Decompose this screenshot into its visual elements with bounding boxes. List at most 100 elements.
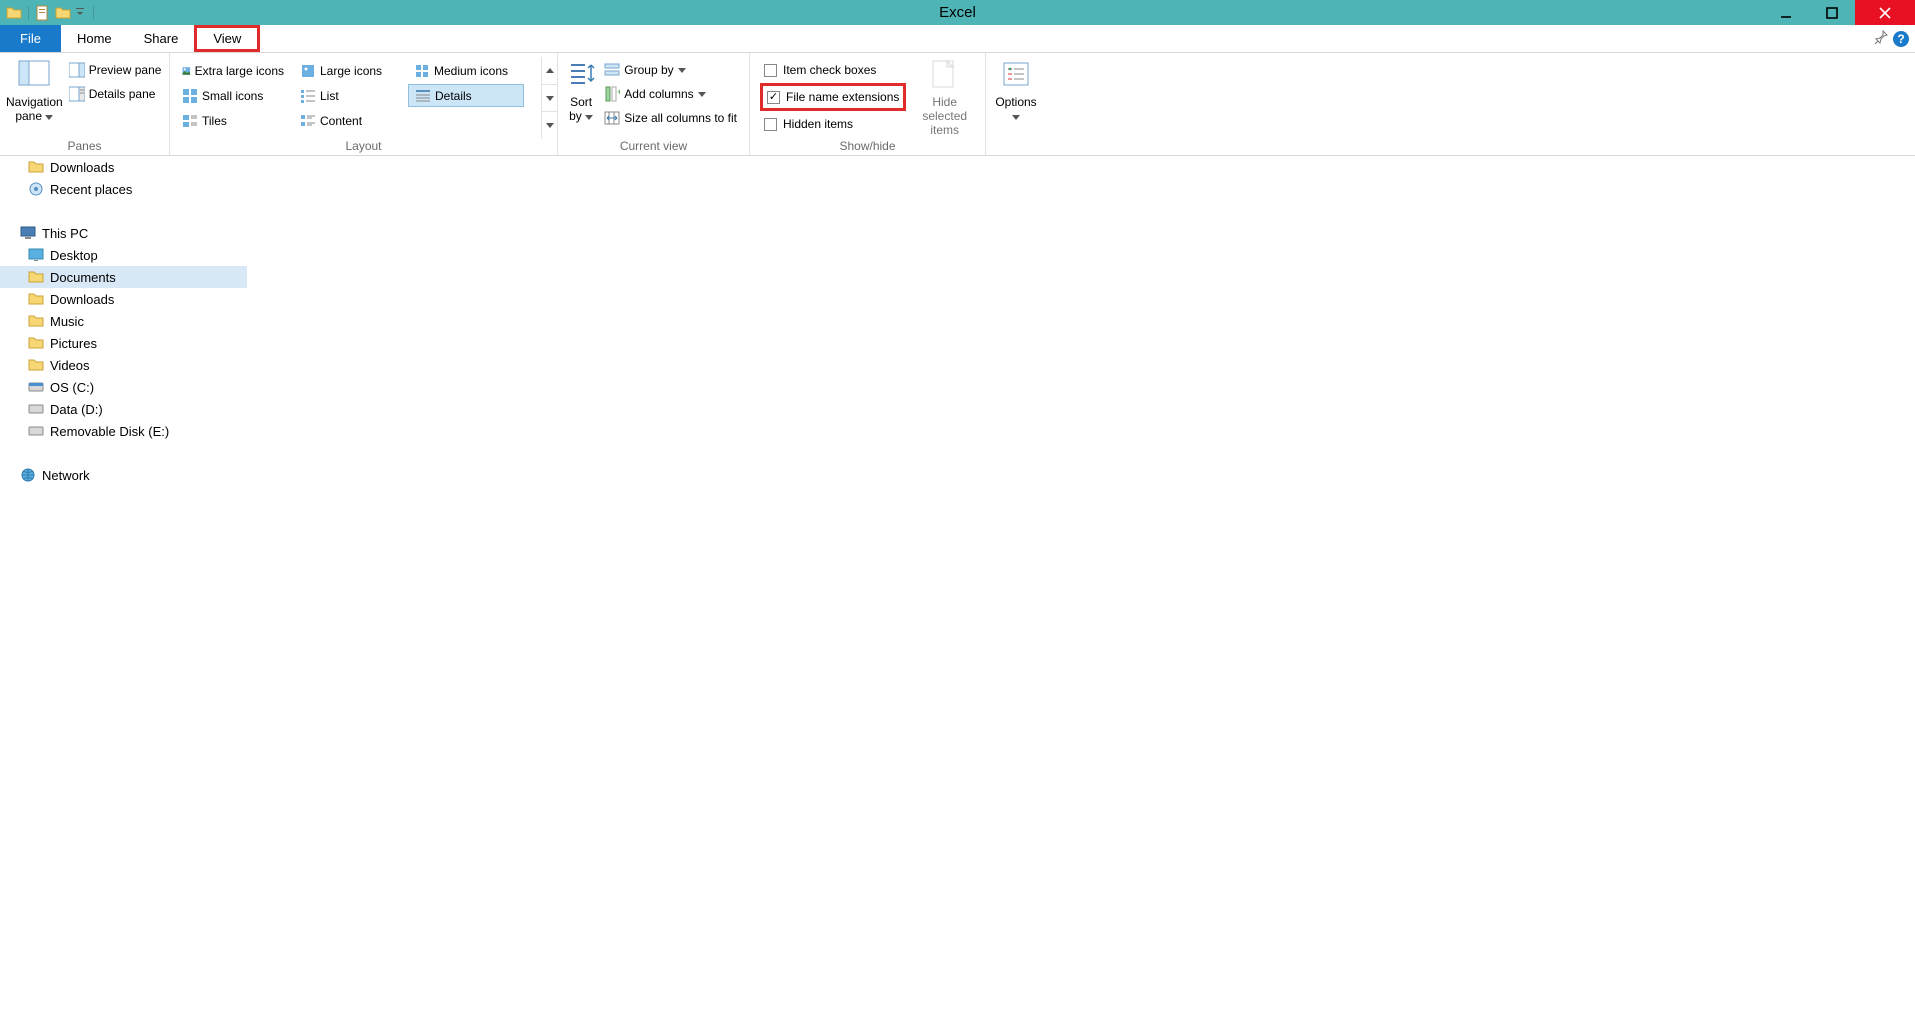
qa-separator-2: [93, 6, 94, 20]
layout-content-label: Content: [320, 114, 362, 128]
nav-os-c-label: OS (C:): [50, 380, 94, 395]
file-list-area[interactable]: [247, 156, 1915, 1018]
nav-pictures-label: Pictures: [50, 336, 97, 351]
nav-pictures[interactable]: Pictures: [0, 332, 247, 354]
layout-content[interactable]: Content: [294, 109, 404, 132]
group-by-button[interactable]: Group by: [602, 59, 739, 81]
layout-large-label: Large icons: [320, 64, 382, 78]
group-panes: Navigation pane Preview pane Details pan…: [0, 53, 170, 155]
nav-music-label: Music: [50, 314, 84, 329]
tab-file[interactable]: File: [0, 25, 61, 52]
file-name-extensions-label: File name extensions: [786, 90, 899, 104]
navigation-tree[interactable]: Downloads Recent places This PC Desktop …: [0, 156, 247, 1018]
item-check-boxes-toggle[interactable]: Item check boxes: [760, 59, 906, 81]
nav-this-pc[interactable]: This PC: [0, 222, 247, 244]
sort-by-button[interactable]: Sort by: [564, 57, 598, 139]
nav-recent-places[interactable]: Recent places: [0, 178, 247, 200]
checkbox-icon: [764, 118, 777, 131]
layout-medium-label: Medium icons: [434, 64, 508, 78]
navigation-pane-label: Navigation pane: [6, 95, 63, 123]
pin-ribbon-icon[interactable]: [1873, 29, 1889, 48]
nav-desktop-label: Desktop: [50, 248, 98, 263]
layout-small-icons[interactable]: Small icons: [176, 84, 290, 107]
nav-downloads[interactable]: Downloads: [0, 156, 247, 178]
size-all-columns-label: Size all columns to fit: [624, 111, 737, 125]
group-options-spacer: [986, 139, 1046, 155]
folder-open-icon[interactable]: [55, 5, 71, 21]
layout-tiles-label: Tiles: [202, 114, 227, 128]
details-pane-button[interactable]: Details pane: [67, 83, 164, 105]
group-show-hide-label: Show/hide: [750, 139, 985, 155]
group-by-label: Group by: [624, 63, 673, 77]
minimize-button[interactable]: [1763, 0, 1809, 25]
nav-network-label: Network: [42, 468, 90, 483]
chevron-down-icon: [585, 115, 593, 120]
group-options: Options: [986, 53, 1046, 155]
layout-list[interactable]: List: [294, 84, 404, 107]
nav-downloads-label: Downloads: [50, 160, 114, 175]
checkbox-checked-icon: [767, 91, 780, 104]
layout-scroll-down[interactable]: [542, 85, 557, 113]
nav-downloads-2[interactable]: Downloads: [0, 288, 247, 310]
tab-view[interactable]: View: [194, 25, 260, 52]
tab-share[interactable]: Share: [128, 25, 195, 52]
nav-data-d-label: Data (D:): [50, 402, 103, 417]
checkbox-icon: [764, 64, 777, 77]
layout-xl-label: Extra large icons: [195, 64, 284, 78]
layout-medium-icons[interactable]: Medium icons: [408, 59, 524, 82]
window-title: Excel: [939, 4, 976, 21]
help-button[interactable]: ?: [1893, 31, 1909, 47]
nav-network[interactable]: Network: [0, 464, 247, 486]
hidden-items-toggle[interactable]: Hidden items: [760, 113, 906, 135]
layout-small-label: Small icons: [202, 89, 263, 103]
layout-large-icons[interactable]: Large icons: [294, 59, 404, 82]
qa-separator: [28, 6, 29, 20]
close-button[interactable]: [1855, 0, 1915, 25]
nav-removable-e[interactable]: Removable Disk (E:): [0, 420, 247, 442]
preview-pane-label: Preview pane: [89, 63, 162, 77]
options-button[interactable]: Options: [992, 57, 1040, 139]
maximize-button[interactable]: [1809, 0, 1855, 25]
hide-selected-items-button[interactable]: Hide selected items: [910, 57, 979, 139]
properties-icon[interactable]: [35, 5, 51, 21]
group-current-view-label: Current view: [558, 139, 749, 155]
add-columns-button[interactable]: + Add columns: [602, 83, 739, 105]
layout-scroll-up[interactable]: [542, 57, 557, 85]
nav-recent-places-label: Recent places: [50, 182, 132, 197]
chevron-down-icon: [1012, 115, 1020, 120]
hidden-items-label: Hidden items: [783, 117, 853, 131]
details-pane-label: Details pane: [89, 87, 156, 101]
nav-music[interactable]: Music: [0, 310, 247, 332]
nav-videos[interactable]: Videos: [0, 354, 247, 376]
nav-removable-e-label: Removable Disk (E:): [50, 424, 169, 439]
nav-this-pc-label: This PC: [42, 226, 88, 241]
content-area: Downloads Recent places This PC Desktop …: [0, 156, 1915, 1018]
nav-documents-label: Documents: [50, 270, 116, 285]
chevron-down-icon: [45, 115, 53, 120]
nav-documents[interactable]: Documents: [0, 266, 247, 288]
tab-home[interactable]: Home: [61, 25, 128, 52]
hide-selected-items-label: Hide selected items: [910, 95, 979, 137]
nav-data-d[interactable]: Data (D:): [0, 398, 247, 420]
layout-more[interactable]: [542, 112, 557, 139]
options-label: Options: [995, 95, 1036, 109]
chevron-down-icon: [698, 92, 706, 97]
size-all-columns-button[interactable]: Size all columns to fit: [602, 107, 739, 129]
layout-extra-large-icons[interactable]: Extra large icons: [176, 59, 290, 82]
folder-icon[interactable]: [6, 5, 22, 21]
layout-tiles[interactable]: Tiles: [176, 109, 290, 132]
qat-customize-dropdown[interactable]: [75, 5, 87, 21]
svg-text:+: +: [617, 87, 620, 97]
navigation-pane-button[interactable]: Navigation pane: [6, 57, 63, 139]
preview-pane-button[interactable]: Preview pane: [67, 59, 164, 81]
layout-details[interactable]: Details: [408, 84, 524, 107]
group-show-hide: Item check boxes File name extensions Hi…: [750, 53, 986, 155]
group-layout-label: Layout: [170, 139, 557, 155]
nav-videos-label: Videos: [50, 358, 90, 373]
nav-os-c[interactable]: OS (C:): [0, 376, 247, 398]
chevron-down-icon: [678, 68, 686, 73]
file-name-extensions-toggle[interactable]: File name extensions: [763, 86, 903, 108]
group-panes-label: Panes: [0, 139, 169, 155]
nav-desktop[interactable]: Desktop: [0, 244, 247, 266]
nav-downloads-2-label: Downloads: [50, 292, 114, 307]
